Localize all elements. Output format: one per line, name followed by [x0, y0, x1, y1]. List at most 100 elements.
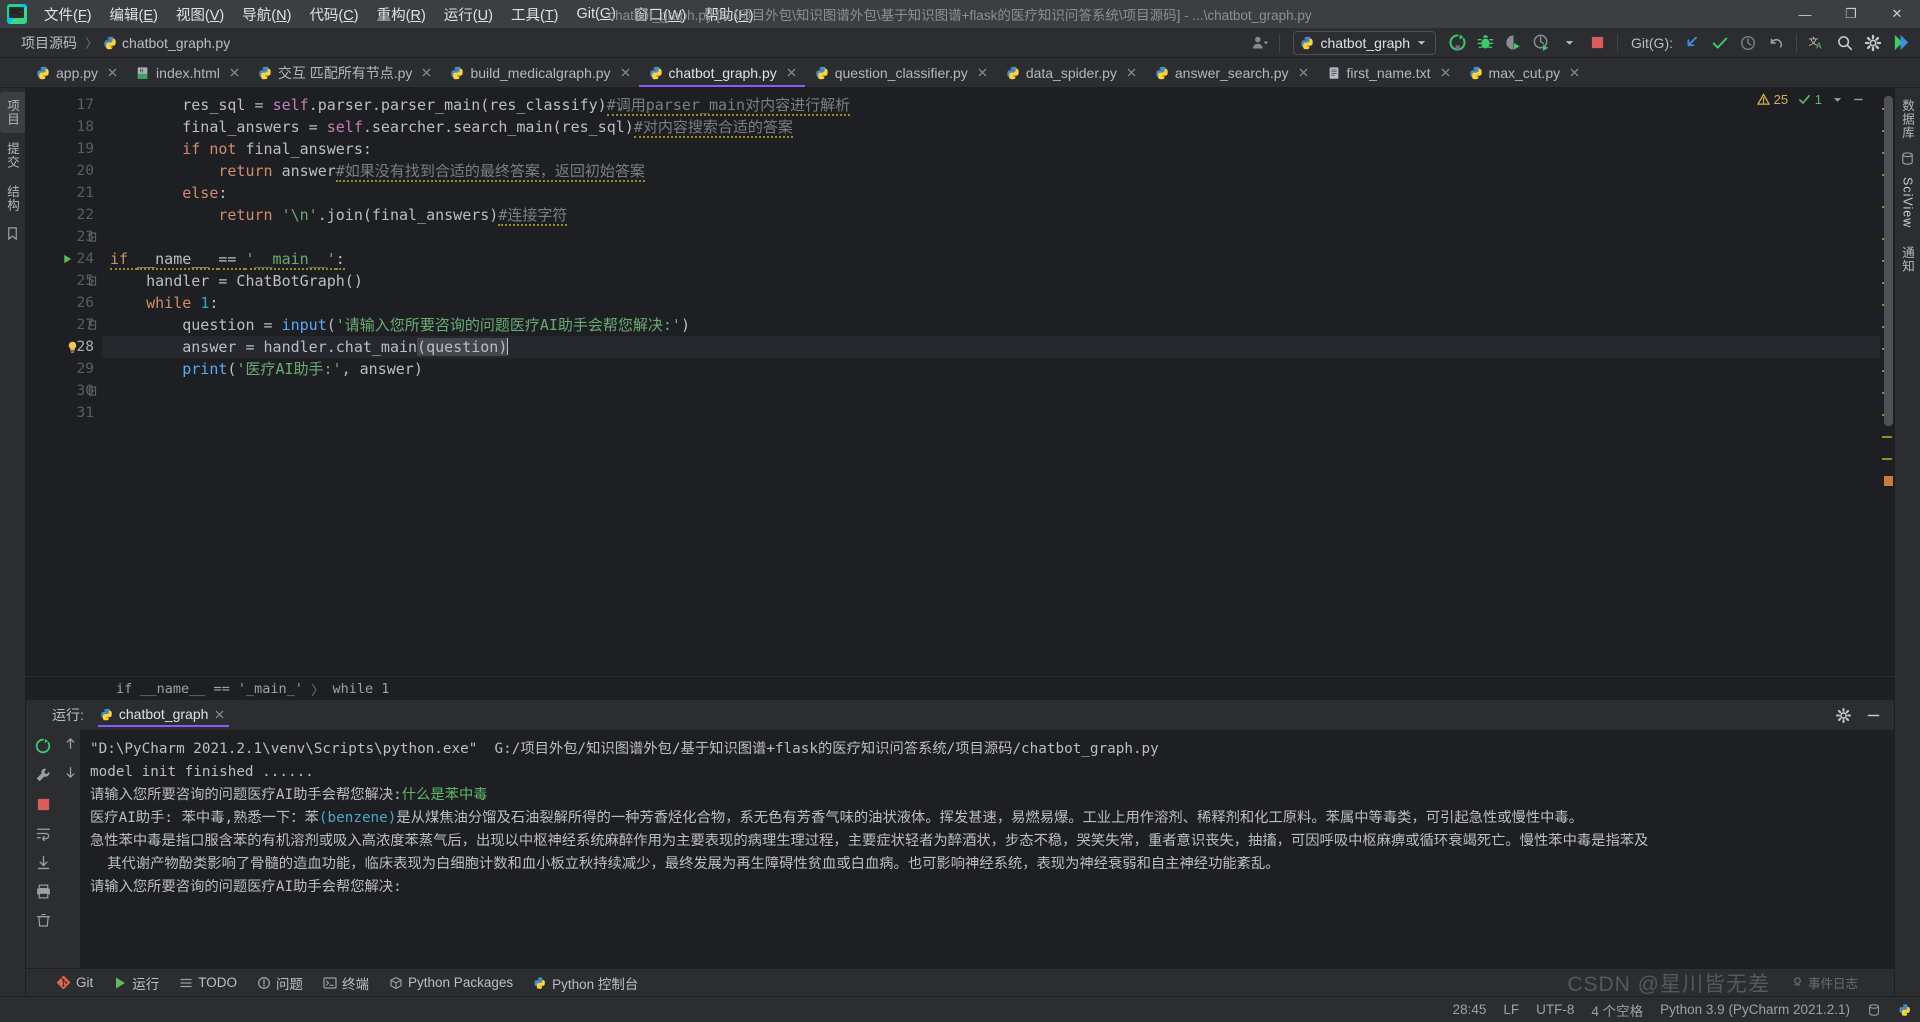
intention-bulb-icon[interactable] — [66, 336, 79, 358]
gutter-line-29[interactable]: 29 — [26, 358, 102, 380]
close-icon[interactable] — [1569, 67, 1580, 78]
scrollbar-thumb[interactable] — [1884, 96, 1893, 426]
menu-tools[interactable]: 工具(T) — [502, 0, 568, 29]
breadcrumb-file[interactable]: chatbot_graph.py — [103, 35, 230, 51]
editor-tab-8[interactable]: first_name.txt — [1317, 58, 1459, 87]
close-icon[interactable] — [977, 67, 988, 78]
code-line-18[interactable]: final_answers = self.searcher.search_mai… — [102, 116, 1880, 138]
code-line-25[interactable]: handler = ChatBotGraph() — [102, 270, 1880, 292]
code-line-23[interactable] — [102, 226, 1880, 248]
gutter-line-31[interactable]: 31 — [26, 402, 102, 424]
menu-code[interactable]: 代码(C) — [300, 0, 367, 29]
close-button[interactable]: ✕ — [1874, 0, 1920, 28]
gutter-line-23[interactable]: 23 — [26, 226, 102, 248]
tool-window-structure[interactable]: 结构 — [0, 178, 25, 219]
gutter-line-30[interactable]: 30 — [26, 380, 102, 402]
python-interpreter[interactable]: Python 3.9 (PyCharm 2021.2.1) — [1660, 1002, 1850, 1017]
git-history-icon[interactable] — [1735, 31, 1761, 55]
code-line-31[interactable] — [102, 402, 1880, 424]
profile-button[interactable] — [1528, 31, 1554, 55]
gutter-line-24[interactable]: 24 — [26, 248, 102, 270]
menu-file[interactable]: 文件(F) — [35, 0, 101, 29]
editor-tab-7[interactable]: answer_search.py — [1145, 58, 1317, 87]
run-button[interactable] — [1444, 31, 1470, 55]
code-editor[interactable]: 171819202122232425262728293031 res_sql =… — [26, 88, 1894, 676]
event-log-indicator[interactable]: 事件日志 — [1791, 973, 1858, 992]
tool-window-commit[interactable]: 提交 — [0, 135, 25, 176]
maximize-button[interactable]: ❐ — [1828, 0, 1874, 28]
database-icon[interactable] — [1867, 1003, 1881, 1017]
editor-tab-2[interactable]: 交互 匹配所有节点.py — [248, 58, 441, 87]
minimize-button[interactable]: — — [1782, 0, 1828, 28]
code-line-17[interactable]: res_sql = self.parser.parser_main(res_cl… — [102, 94, 1880, 116]
scroll-to-end-icon[interactable] — [33, 852, 53, 872]
rerun-icon[interactable] — [33, 736, 53, 756]
editor-gutter[interactable]: 171819202122232425262728293031 — [26, 88, 102, 676]
editor-tab-9[interactable]: max_cut.py — [1459, 58, 1589, 87]
file-encoding[interactable]: UTF-8 — [1536, 1002, 1574, 1017]
line-separator[interactable]: LF — [1503, 1002, 1519, 1017]
gutter-line-21[interactable]: 21 — [26, 182, 102, 204]
caret-position[interactable]: 28:45 — [1453, 1002, 1487, 1017]
tool-window-project[interactable]: 项目 — [0, 92, 25, 133]
close-icon[interactable] — [107, 67, 118, 78]
run-panel-tab[interactable]: chatbot_graph — [94, 703, 234, 727]
close-icon[interactable] — [786, 67, 797, 78]
git-update-project-icon[interactable] — [1679, 31, 1705, 55]
bottom-tab-python-console[interactable]: Python 控制台 — [525, 970, 646, 996]
git-commit-icon[interactable] — [1707, 31, 1733, 55]
soft-wrap-icon[interactable] — [33, 823, 53, 843]
editor-tab-6[interactable]: data_spider.py — [996, 58, 1145, 87]
close-icon[interactable] — [421, 67, 432, 78]
editor-scrollbar[interactable] — [1880, 88, 1894, 676]
code-line-30[interactable] — [102, 380, 1880, 402]
scroll-up-icon[interactable] — [63, 736, 78, 751]
editor-tab-3[interactable]: build_medicalgraph.py — [440, 58, 638, 87]
close-icon[interactable] — [229, 67, 240, 78]
close-icon[interactable] — [1298, 67, 1309, 78]
code-line-27[interactable]: question = input('请输入您所要咨询的问题医疗AI助手会帮您解决… — [102, 314, 1880, 336]
close-icon[interactable] — [1126, 67, 1137, 78]
editor-tab-4[interactable]: chatbot_graph.py — [639, 58, 805, 87]
code-line-22[interactable]: return '\n'.join(final_answers)#连接字符 — [102, 204, 1880, 226]
gutter-line-19[interactable]: 19 — [26, 138, 102, 160]
bottom-tab-problems[interactable]: 问题 — [249, 970, 311, 996]
search-icon[interactable] — [1832, 31, 1858, 55]
bookmarks-icon[interactable] — [5, 226, 21, 242]
user-account-icon[interactable] — [1246, 31, 1272, 55]
bottom-tab-python-packages[interactable]: Python Packages — [381, 972, 521, 993]
scroll-down-icon[interactable] — [63, 765, 78, 780]
editor-breadcrumb-item-0[interactable]: if __name__ == '_main_' — [116, 681, 303, 697]
run-configuration-selector[interactable]: chatbot_graph — [1293, 31, 1436, 55]
debug-button[interactable] — [1472, 31, 1498, 55]
gutter-line-22[interactable]: 22 — [26, 204, 102, 226]
run-coverage-button[interactable] — [1500, 31, 1526, 55]
bottom-tab-run[interactable]: 运行 — [105, 970, 167, 996]
editor-tab-0[interactable]: app.py — [26, 58, 126, 87]
python-packages-status-icon[interactable] — [1898, 1003, 1912, 1017]
hide-panel-icon[interactable] — [1860, 703, 1886, 727]
bottom-tab-todo[interactable]: TODO — [171, 972, 245, 993]
indent-setting[interactable]: 4 个空格 — [1591, 1000, 1643, 1020]
git-rollback-icon[interactable] — [1763, 31, 1789, 55]
delete-icon[interactable] — [33, 910, 53, 930]
console-output[interactable]: "D:\PyCharm 2021.2.1\venv\Scripts\python… — [80, 730, 1894, 968]
gutter-line-25[interactable]: 25 — [26, 270, 102, 292]
warning-count[interactable]: 25 — [1757, 92, 1788, 107]
tool-window-database[interactable]: 数据库 — [1895, 92, 1920, 147]
editor-tab-5[interactable]: question_classifier.py — [805, 58, 996, 87]
code-line-28[interactable]: answer = handler.chat_main(question) — [102, 336, 1880, 358]
gutter-line-18[interactable]: 18 — [26, 116, 102, 138]
menu-refactor[interactable]: 重构(R) — [368, 0, 435, 29]
code-line-21[interactable]: else: — [102, 182, 1880, 204]
translate-icon[interactable]: 文A — [1804, 31, 1830, 55]
code-line-20[interactable]: return answer#如果没有找到合适的最终答案，返回初始答案 — [102, 160, 1880, 182]
tool-window-sciview[interactable]: SciView — [1898, 170, 1918, 235]
search-everywhere-icon[interactable] — [1888, 31, 1914, 55]
more-run-options-icon[interactable] — [1556, 31, 1582, 55]
close-icon[interactable] — [1440, 67, 1451, 78]
gutter-line-17[interactable]: 17 — [26, 94, 102, 116]
gutter-line-20[interactable]: 20 — [26, 160, 102, 182]
gear-icon[interactable] — [1860, 31, 1886, 55]
code-line-24[interactable]: if __name__ == '__main__': — [102, 248, 1880, 270]
